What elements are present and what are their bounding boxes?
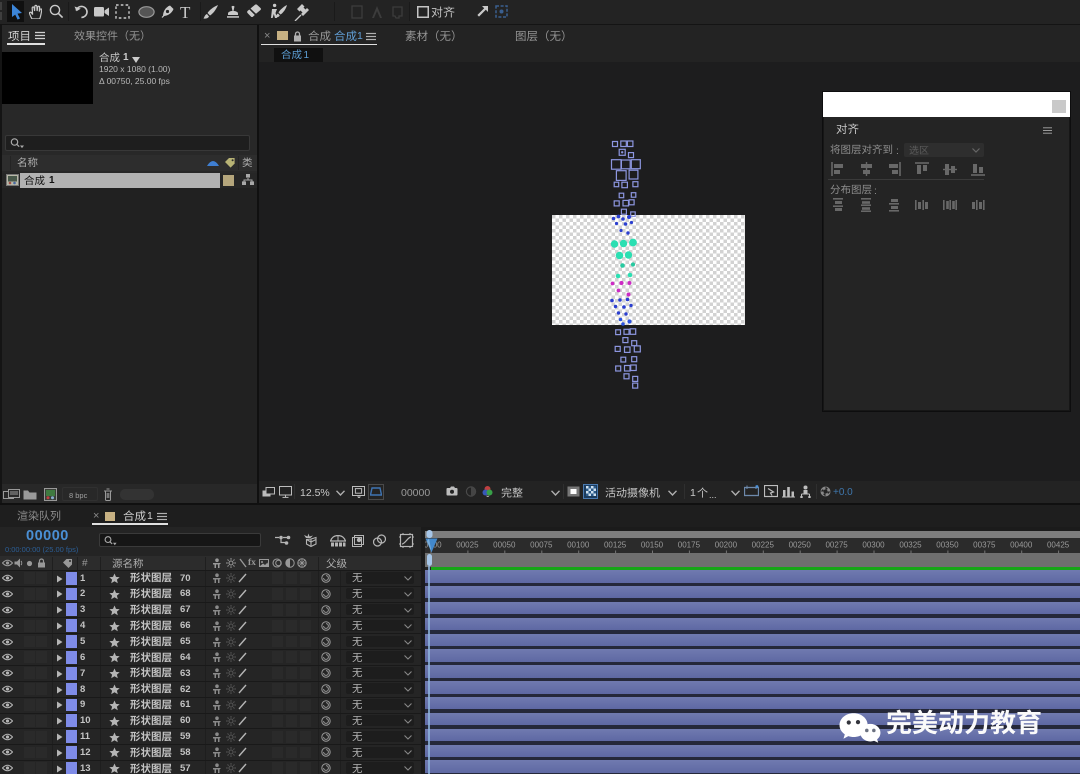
svg-text:00300: 00300 xyxy=(862,540,885,549)
svg-text:00400: 00400 xyxy=(1010,540,1033,549)
svg-text:00325: 00325 xyxy=(899,540,922,549)
svg-text:00025: 00025 xyxy=(456,540,479,549)
svg-text:00050: 00050 xyxy=(493,540,516,549)
svg-text:00275: 00275 xyxy=(825,540,848,549)
svg-text:00375: 00375 xyxy=(973,540,996,549)
svg-text:00075: 00075 xyxy=(530,540,553,549)
svg-text:00350: 00350 xyxy=(936,540,959,549)
svg-text:00250: 00250 xyxy=(789,540,812,549)
svg-text:00100: 00100 xyxy=(567,540,590,549)
svg-text:00200: 00200 xyxy=(715,540,738,549)
svg-text:00175: 00175 xyxy=(678,540,701,549)
svg-text:00425: 00425 xyxy=(1047,540,1070,549)
svg-text:00225: 00225 xyxy=(752,540,775,549)
svg-text:00150: 00150 xyxy=(641,540,664,549)
svg-text:00125: 00125 xyxy=(604,540,627,549)
